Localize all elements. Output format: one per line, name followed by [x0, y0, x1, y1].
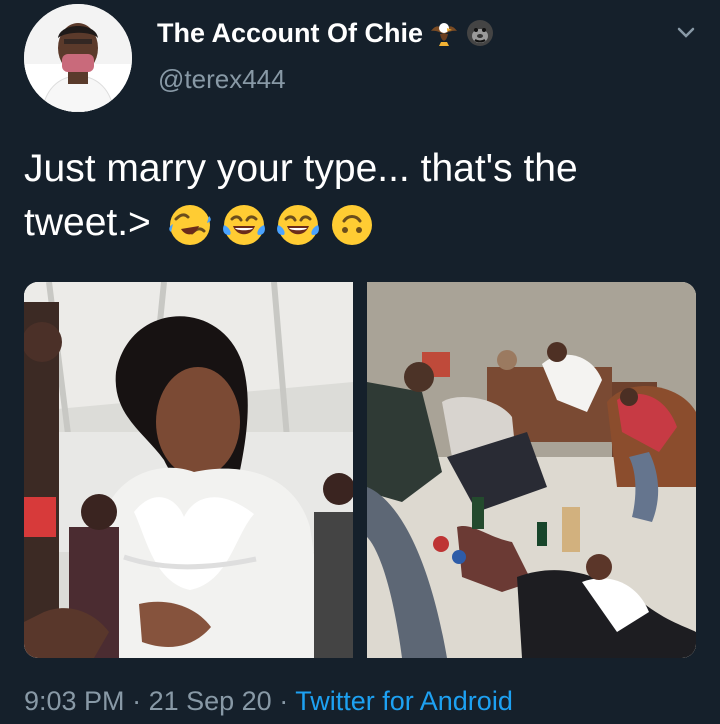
tweet-media: [24, 282, 696, 658]
tweet-text: Just marry your type... that's the tweet…: [24, 142, 694, 250]
meta-separator: ·: [132, 686, 142, 716]
tears-of-joy-emoji-icon: [274, 201, 322, 249]
tweet-time[interactable]: 9:03 PM: [24, 686, 125, 716]
party-photo[interactable]: [367, 282, 696, 658]
tweet-source-link[interactable]: Twitter for Android: [295, 686, 513, 716]
tears-of-joy-emoji-icon: [220, 201, 268, 249]
tweet-date[interactable]: 21 Sep 20: [149, 686, 272, 716]
wedding-photo[interactable]: [24, 282, 353, 658]
rolling-on-floor-laughing-emoji-icon: [166, 201, 214, 249]
author-handle[interactable]: @terex444: [158, 64, 286, 95]
avatar[interactable]: [24, 4, 132, 112]
chevron-down-icon[interactable]: [674, 22, 698, 42]
eagle-icon: [429, 18, 459, 48]
tweet-meta: 9:03 PM · 21 Sep 20 · Twitter for Androi…: [24, 686, 513, 717]
author-name-row: The Account Of Chie: [157, 16, 495, 50]
gorilla-icon: [465, 18, 495, 48]
emoji-row: [166, 201, 376, 249]
meta-separator: ·: [279, 686, 289, 716]
upside-down-face-emoji-icon: [328, 201, 376, 249]
display-name[interactable]: The Account Of Chie: [157, 18, 423, 49]
tweet-card: The Account Of Chie @terex444 Just marry…: [0, 0, 720, 724]
